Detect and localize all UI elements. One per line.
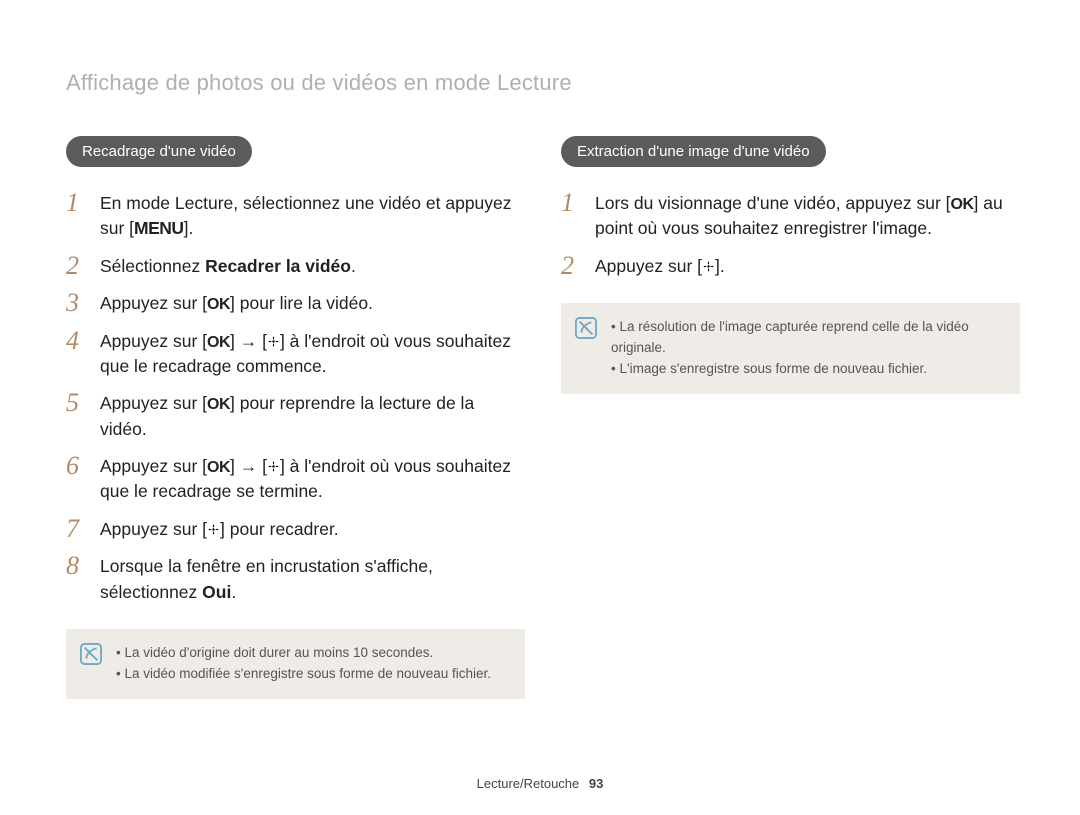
step-text: Appuyez sur [OK] → [] à l'endroit où vou…: [100, 327, 525, 380]
step-number: 1: [561, 189, 589, 216]
step-text: Appuyez sur [OK] → [] à l'endroit où vou…: [100, 452, 525, 505]
step-item: 5Appuyez sur [OK] pour reprendre la lect…: [66, 389, 525, 442]
step-number: 7: [66, 515, 94, 542]
note-icon: [80, 643, 102, 665]
left-note-box: La vidéo d'origine doit durer au moins 1…: [66, 629, 525, 699]
right-note-list: La résolution de l'image capturée repren…: [611, 317, 1002, 380]
step-number: 8: [66, 552, 94, 579]
step-text: En mode Lecture, sélectionnez une vidéo …: [100, 189, 525, 242]
note-item: La vidéo modifiée s'enregistre sous form…: [116, 664, 491, 685]
down-flower-icon: [267, 331, 280, 351]
footer-page-number: 93: [589, 776, 603, 791]
right-column: Extraction d'une image d'une vidéo 1Lors…: [561, 136, 1020, 699]
note-item: La vidéo d'origine doit durer au moins 1…: [116, 643, 491, 664]
ok-icon: OK: [207, 459, 230, 476]
step-text: Appuyez sur [OK] pour lire la vidéo.: [100, 289, 525, 316]
page-title: Affichage de photos ou de vidéos en mode…: [66, 70, 1020, 96]
note-item: L'image s'enregistre sous forme de nouve…: [611, 359, 1002, 380]
step-item: 1Lors du visionnage d'une vidéo, appuyez…: [561, 189, 1020, 242]
step-item: 7Appuyez sur [] pour recadrer.: [66, 515, 525, 542]
step-item: 8Lorsque la fenêtre en incrustation s'af…: [66, 552, 525, 605]
pill-recadrage: Recadrage d'une vidéo: [66, 136, 252, 167]
note-item: La résolution de l'image capturée repren…: [611, 317, 1002, 359]
step-text: Appuyez sur [OK] pour reprendre la lectu…: [100, 389, 525, 442]
right-steps-list: 1Lors du visionnage d'une vidéo, appuyez…: [561, 189, 1020, 279]
step-item: 6Appuyez sur [OK] → [] à l'endroit où vo…: [66, 452, 525, 505]
step-item: 3Appuyez sur [OK] pour lire la vidéo.: [66, 289, 525, 316]
ok-icon: OK: [207, 296, 230, 313]
down-flower-icon: [267, 456, 280, 476]
step-item: 2Appuyez sur [].: [561, 252, 1020, 279]
step-text: Appuyez sur [] pour recadrer.: [100, 515, 525, 542]
step-number: 1: [66, 189, 94, 216]
ok-icon: OK: [207, 396, 230, 413]
step-number: 2: [66, 252, 94, 279]
step-text: Sélectionnez Recadrer la vidéo.: [100, 252, 525, 279]
step-item: 1En mode Lecture, sélectionnez une vidéo…: [66, 189, 525, 242]
note-icon: [575, 317, 597, 339]
step-text: Lors du visionnage d'une vidéo, appuyez …: [595, 189, 1020, 242]
step-number: 4: [66, 327, 94, 354]
right-note-box: La résolution de l'image capturée repren…: [561, 303, 1020, 394]
left-column: Recadrage d'une vidéo 1En mode Lecture, …: [66, 136, 525, 699]
step-number: 6: [66, 452, 94, 479]
step-text: Lorsque la fenêtre en incrustation s'aff…: [100, 552, 525, 605]
step-number: 3: [66, 289, 94, 316]
left-steps-list: 1En mode Lecture, sélectionnez une vidéo…: [66, 189, 525, 605]
footer-section: Lecture/Retouche: [477, 776, 580, 791]
step-item: 2Sélectionnez Recadrer la vidéo.: [66, 252, 525, 279]
step-item: 4Appuyez sur [OK] → [] à l'endroit où vo…: [66, 327, 525, 380]
menu-icon: MENU: [134, 218, 184, 238]
step-text: Appuyez sur [].: [595, 252, 1020, 279]
down-flower-icon: [702, 256, 715, 276]
pill-extraction: Extraction d'une image d'une vidéo: [561, 136, 826, 167]
left-note-list: La vidéo d'origine doit durer au moins 1…: [116, 643, 491, 685]
step-number: 2: [561, 252, 589, 279]
step-number: 5: [66, 389, 94, 416]
ok-icon: OK: [207, 334, 230, 351]
down-flower-icon: [207, 519, 220, 539]
ok-icon: OK: [951, 196, 974, 213]
footer: Lecture/Retouche 93: [0, 776, 1080, 791]
